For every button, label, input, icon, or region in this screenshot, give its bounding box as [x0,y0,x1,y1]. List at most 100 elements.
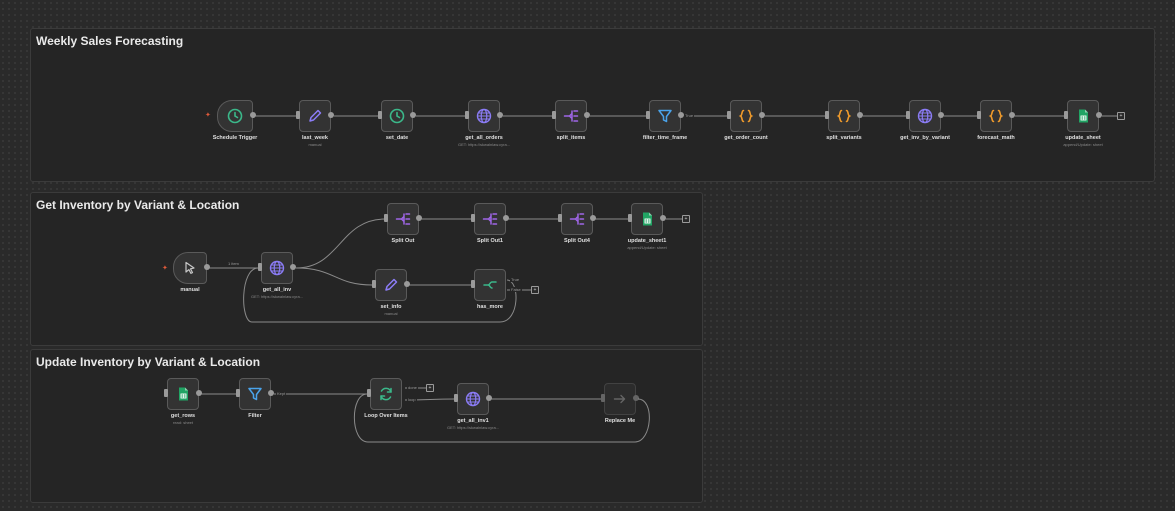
output-port[interactable] [486,395,492,401]
input-port[interactable] [465,111,469,119]
input-port[interactable] [471,280,475,288]
node-update-sheet[interactable] [1064,100,1102,132]
node-get-all-orders[interactable] [465,100,503,132]
node-manual[interactable] [173,252,210,284]
output-port[interactable] [328,112,334,118]
output-port[interactable] [410,112,416,118]
input-port[interactable] [552,111,556,119]
code-braces-icon [836,109,852,123]
node-split-out1[interactable] [471,203,509,235]
node-label: has_more [477,304,503,310]
input-port[interactable] [646,111,650,119]
output-port[interactable] [404,281,410,287]
node-get-all-inv[interactable] [258,252,296,284]
input-port[interactable] [471,214,475,222]
output-port[interactable] [497,112,503,118]
cursor-icon [185,261,195,274]
output-port[interactable] [290,264,296,270]
node-get-order-count[interactable] [727,100,765,132]
input-port[interactable] [727,111,731,119]
add-node-button[interactable]: + [682,215,690,223]
output-port[interactable] [660,215,666,221]
node-get-inv-by-variant[interactable] [906,100,944,132]
node-split-items[interactable] [552,100,590,132]
output-port[interactable] [204,264,210,270]
google-sheets-icon [643,212,652,226]
node-subtitle: append/Update: sheet [1063,142,1103,147]
input-port[interactable] [825,111,829,119]
if-branch-icon [483,281,497,289]
node-last-week[interactable] [296,100,334,132]
clock-icon [389,108,405,124]
node-subtitle: GET: https://skwalnlaw.cyra... [250,294,304,299]
clock-icon [227,108,243,124]
filter-icon [658,109,672,123]
output-port[interactable] [584,112,590,118]
node-update-sheet1[interactable] [628,203,666,235]
output-port[interactable] [590,215,596,221]
node-subtitle: GET: https://skwalnlaw.cyra... [446,425,500,430]
globe-icon [476,108,492,124]
input-port[interactable] [628,214,632,222]
node-schedule-trigger[interactable] [217,100,256,132]
globe-icon [465,391,481,407]
node-filter-time-frame[interactable] [646,100,684,132]
split-out-icon [395,213,411,225]
arrow-right-icon [613,394,626,404]
node-split-variants[interactable] [825,100,863,132]
add-node-button[interactable]: + [1117,112,1125,120]
node-split-out4[interactable] [558,203,596,235]
node-forecast-math[interactable] [977,100,1015,132]
node-label: get_order_count [724,135,768,141]
output-port[interactable] [759,112,765,118]
node-subtitle: append/Update: sheet [627,245,667,250]
input-port[interactable] [296,111,300,119]
node-get-all-inv1[interactable] [454,383,492,415]
node-has-more[interactable] [471,269,506,301]
output-port[interactable] [633,395,639,401]
output-port[interactable] [1009,112,1015,118]
output-port[interactable] [857,112,863,118]
input-port[interactable] [258,263,262,271]
node-label: update_sheet [1065,135,1101,141]
node-set-info[interactable] [372,269,410,301]
node-subtitle: GET: https://skwalnlaw.cyra... [457,142,511,147]
node-replace-me[interactable] [601,383,639,415]
edge-label-loop: loop [407,397,417,402]
trigger-bolt-icon: ✦ [205,112,211,119]
input-port[interactable] [384,214,388,222]
output-port[interactable] [416,215,422,221]
output-port[interactable] [268,390,274,396]
node-label: set_info [380,304,402,310]
input-port[interactable] [367,389,371,397]
input-port[interactable] [558,214,562,222]
add-node-button[interactable]: + [531,286,539,294]
node-label: Replace Me [604,418,636,424]
input-port[interactable] [977,111,981,119]
input-port[interactable] [378,111,382,119]
node-label: update_sheet1 [627,238,667,244]
trigger-bolt-icon: ✦ [162,265,168,272]
input-port[interactable] [1064,111,1068,119]
input-port[interactable] [372,280,376,288]
input-port[interactable] [906,111,910,119]
output-port[interactable] [1096,112,1102,118]
code-braces-icon [738,109,754,123]
output-port[interactable] [196,390,202,396]
input-port[interactable] [601,394,605,402]
node-loop-over-items[interactable] [367,378,402,410]
node-set-date[interactable] [378,100,416,132]
output-port[interactable] [250,112,256,118]
node-filter[interactable] [236,378,274,410]
node-get-rows[interactable] [164,378,202,410]
input-port[interactable] [236,389,240,397]
output-port[interactable] [938,112,944,118]
input-port[interactable] [164,389,168,397]
input-port[interactable] [454,394,458,402]
add-node-button[interactable]: + [426,384,434,392]
node-split-out[interactable] [384,203,422,235]
output-port[interactable] [503,215,509,221]
edge-label-true: True [510,277,521,282]
edge-label-false: False [510,287,522,292]
split-out-icon [482,213,498,225]
